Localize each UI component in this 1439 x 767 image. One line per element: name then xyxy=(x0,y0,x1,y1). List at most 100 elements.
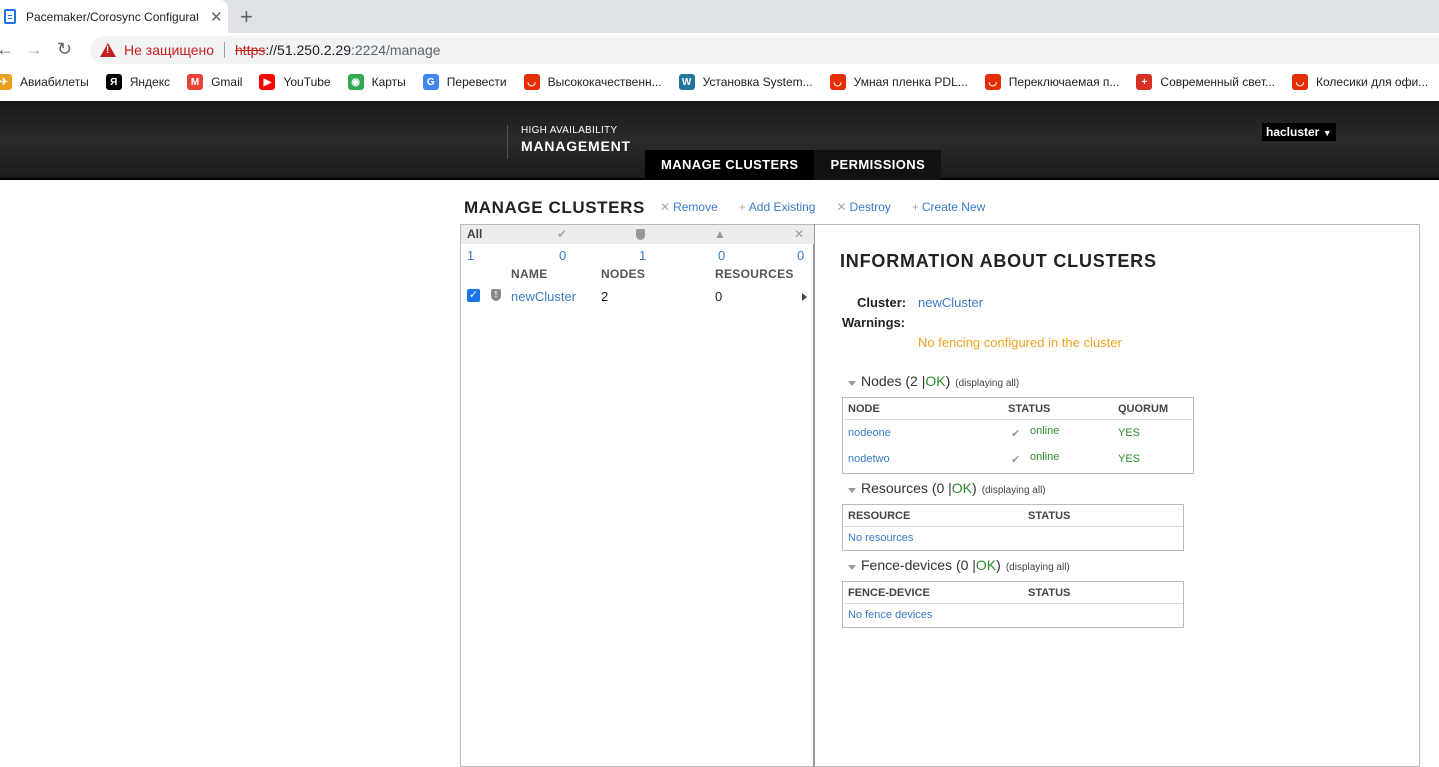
col-status: STATUS xyxy=(1008,403,1051,415)
table-row: No fence devices xyxy=(843,604,1183,630)
count-all[interactable]: 1 xyxy=(467,248,474,263)
cluster-name-link[interactable]: newCluster xyxy=(511,289,576,304)
chevron-down-icon: ▼ xyxy=(1322,128,1332,138)
bookmark-item[interactable]: W Установка System... xyxy=(678,74,813,90)
node-link[interactable]: nodeone xyxy=(848,427,891,439)
node-link[interactable]: nodetwo xyxy=(848,453,890,465)
browser-tab-bar: Pacemaker/Corosync Configurati ✕ + xyxy=(0,0,1439,33)
bookmark-item[interactable]: G Перевести xyxy=(422,74,507,90)
fence-display-note: (displaying all) xyxy=(1005,562,1070,573)
nodes-table-header: NODE STATUS QUORUM xyxy=(843,398,1193,420)
bookmark-label: Современный свет... xyxy=(1160,75,1275,89)
user-name: hacluster xyxy=(1266,125,1320,139)
col-nodes: NODES xyxy=(601,267,646,281)
nodes-status: OK xyxy=(925,373,946,389)
table-row: nodeone ✔ online YES xyxy=(843,420,1193,446)
url-scheme: https xyxy=(235,42,266,58)
bookmark-item[interactable]: + Современный свет... xyxy=(1136,74,1275,90)
count-error[interactable]: 0 xyxy=(718,248,725,263)
resources-section-toggle[interactable]: Resources (0 | OK) (displaying all) xyxy=(848,480,1046,496)
url-omnibox[interactable]: Не защищено https://51.250.2.29:2224/man… xyxy=(90,36,1439,64)
bookmark-label: Gmail xyxy=(211,75,243,89)
nav-permissions[interactable]: PERMISSIONS xyxy=(814,150,942,180)
bookmark-item[interactable]: ◡ Высококачественн... xyxy=(523,74,662,90)
app-header: HIGH AVAILABILITY MANAGEMENT MANAGE CLUS… xyxy=(0,101,1439,180)
cluster-checkbox[interactable]: ✓ xyxy=(467,289,480,302)
nav-manage-clusters[interactable]: MANAGE CLUSTERS xyxy=(645,150,815,180)
bookmark-item[interactable]: ◉ Карты xyxy=(347,74,406,90)
unknown-x-icon[interactable]: ✕ xyxy=(794,227,804,241)
cluster-label: Cluster: xyxy=(857,295,907,310)
collapse-triangle-icon xyxy=(848,565,856,570)
bookmark-item[interactable]: ◡ Умная пленка PDL... xyxy=(829,74,968,90)
collapse-triangle-icon xyxy=(848,381,856,386)
brand-title: MANAGEMENT xyxy=(521,138,631,154)
node-status: online xyxy=(1030,425,1060,437)
new-tab-button[interactable]: + xyxy=(240,4,253,30)
count-warning[interactable]: 1 xyxy=(639,248,646,263)
youtube-icon: ▶ xyxy=(259,74,276,90)
error-triangle-icon[interactable]: ▲ xyxy=(714,227,726,241)
resources-table-header: RESOURCE STATUS xyxy=(843,505,1183,527)
cluster-actions: ✕ Remove + Add Existing ✕ Destroy + Create N… xyxy=(660,200,1006,214)
col-quorum: QUORUM xyxy=(1118,403,1169,415)
warnings-label: Warnings: xyxy=(842,315,906,330)
reload-icon[interactable]: ↻ xyxy=(57,39,72,60)
tab-title: Pacemaker/Corosync Configurati xyxy=(26,9,198,24)
bookmark-item[interactable]: Я Яндекс xyxy=(105,74,170,90)
user-menu[interactable]: hacluster ▼ xyxy=(1262,123,1336,141)
add-existing-button[interactable]: + Add Existing xyxy=(739,200,816,214)
browser-tab[interactable]: Pacemaker/Corosync Configurati ✕ xyxy=(0,0,228,33)
back-arrow-icon[interactable]: ← xyxy=(0,39,14,60)
warning-shield-icon: ! xyxy=(491,289,501,301)
bookmark-item[interactable]: ▶ YouTube xyxy=(259,74,331,90)
node-quorum: YES xyxy=(1118,427,1141,439)
omnibox-separator xyxy=(224,42,225,58)
aliexpress-icon: ◡ xyxy=(523,74,540,90)
resources-table: RESOURCE STATUS No resources xyxy=(842,504,1184,551)
bookmark-item[interactable]: ◡ Колесики для офи... xyxy=(1292,74,1428,90)
node-status: online xyxy=(1030,451,1060,463)
cluster-list-panel: All ✔ ▲ ✕ 1 0 1 0 0 NAME NODES RESOURCES… xyxy=(460,224,815,767)
bookmark-label: Перевести xyxy=(446,75,507,89)
bookmarks-bar: ✈ Авиабилеты Я Яндекс M Gmail ▶ YouTube ◉ Карты G П… xyxy=(0,66,1439,98)
filter-all[interactable]: All xyxy=(467,227,482,241)
count-unknown[interactable]: 0 xyxy=(797,248,804,263)
col-resources: RESOURCES xyxy=(715,267,794,281)
nodes-table: NODE STATUS QUORUM nodeone ✔ online YES … xyxy=(842,397,1194,474)
maps-icon: ◉ xyxy=(347,74,364,90)
count-ok[interactable]: 0 xyxy=(559,248,566,263)
bookmark-item[interactable]: M Gmail xyxy=(187,74,242,90)
chevron-right-icon xyxy=(802,293,807,301)
bookmark-item[interactable]: ✈ Авиабилеты xyxy=(0,74,89,90)
create-new-label: Create New xyxy=(921,200,986,214)
aliexpress-icon: ◡ xyxy=(1292,74,1308,90)
remove-label: Remove xyxy=(673,200,718,214)
bookmark-label: YouTube xyxy=(283,75,331,89)
ok-check-icon[interactable]: ✔ xyxy=(557,227,567,241)
plane-icon: ✈ xyxy=(0,74,12,90)
wordpress-icon: W xyxy=(678,74,695,90)
fence-section-toggle[interactable]: Fence-devices (0 | OK) (displaying all) xyxy=(848,557,1070,573)
nodes-section-toggle[interactable]: Nodes (2 | OK) (displaying all) xyxy=(848,373,1019,389)
table-row: No resources xyxy=(843,527,1183,553)
remove-button[interactable]: ✕ Remove xyxy=(660,200,718,214)
create-new-button[interactable]: + Create New xyxy=(912,200,985,214)
url-host: ://51.250.2.29 xyxy=(265,42,351,58)
cluster-name-link[interactable]: newCluster xyxy=(918,295,983,310)
plus-circle-icon: + xyxy=(1136,74,1153,90)
table-row[interactable]: ✓ ! newCluster 2 0 xyxy=(461,285,814,309)
bookmark-item[interactable]: ◡ Переключаемая п... xyxy=(984,74,1119,90)
tab-close-icon[interactable]: ✕ xyxy=(210,8,223,26)
check-icon: ✔ xyxy=(1011,428,1021,440)
page-title: MANAGE CLUSTERS xyxy=(464,198,645,217)
bookmark-label: Колесики для офи... xyxy=(1316,75,1429,89)
page-favicon-icon xyxy=(4,9,16,24)
forward-arrow-icon[interactable]: → xyxy=(25,39,43,60)
node-quorum: YES xyxy=(1118,453,1141,465)
not-secure-warning-icon xyxy=(100,43,116,57)
destroy-label: Destroy xyxy=(849,200,891,214)
col-name: NAME xyxy=(511,267,548,281)
aliexpress-icon: ◡ xyxy=(829,74,846,90)
destroy-button[interactable]: ✕ Destroy xyxy=(836,200,890,214)
